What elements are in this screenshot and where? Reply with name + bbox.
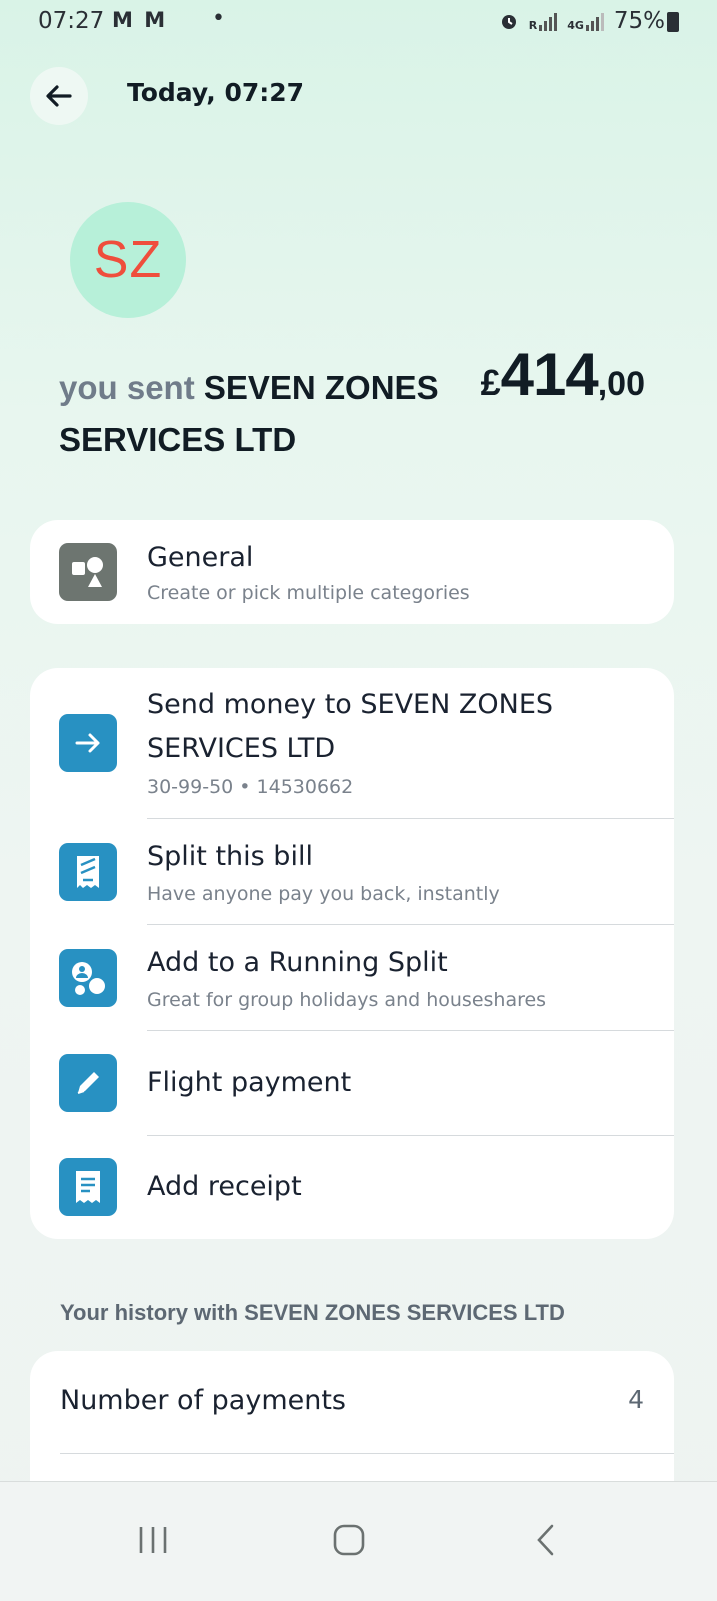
system-nav-bar (0, 1481, 717, 1601)
home-icon (333, 1524, 365, 1556)
transaction-summary: you sent SEVEN ZONES SERVICES LTD (59, 362, 479, 466)
send-money-row[interactable]: Send money to SEVEN ZONES SERVICES LTD 3… (30, 668, 674, 819)
back-button[interactable] (30, 67, 88, 125)
status-time: 07:27 (38, 8, 105, 34)
avatar-initials: SZ (93, 231, 163, 289)
divider (60, 1453, 674, 1454)
receipt-icon (59, 1158, 117, 1216)
history-label: Number of payments (60, 1385, 346, 1416)
history-row[interactable]: Number of payments 4 (60, 1373, 644, 1431)
send-money-title: Send money to SEVEN ZONES SERVICES LTD (147, 689, 554, 764)
running-split-title: Add to a Running Split (147, 947, 448, 978)
history-heading: Your history with SEVEN ZONES SERVICES L… (60, 1300, 565, 1325)
network-type: 4G (567, 11, 604, 31)
transaction-amount: £414,00 (481, 340, 645, 409)
category-subtitle: Create or pick multiple categories (147, 582, 470, 604)
battery-percent: 75% (613, 8, 665, 34)
network-label: 4G (567, 19, 584, 32)
page-title: Today, 07:27 (127, 78, 305, 107)
running-split-subtitle: Great for group holidays and houseshares (147, 989, 547, 1011)
battery-icon (667, 12, 679, 32)
status-right: R 4G 75% (499, 8, 665, 34)
flight-payment-title: Flight payment (147, 1067, 352, 1098)
shapes-icon (59, 543, 117, 601)
add-receipt-row[interactable]: Add receipt (30, 1136, 674, 1239)
back-chevron-icon (537, 1524, 554, 1556)
pencil-icon (59, 1054, 117, 1112)
running-split-icon (59, 949, 117, 1007)
running-split-row[interactable]: Add to a Running Split Great for group h… (30, 925, 674, 1031)
split-bill-subtitle: Have anyone pay you back, instantly (147, 883, 500, 905)
roaming-indicator: R (528, 19, 538, 32)
amount-major: 414 (500, 341, 599, 408)
status-bar: 07:27 M M • R 4G 75% (0, 0, 717, 44)
split-bill-icon (59, 843, 117, 901)
recents-button[interactable] (123, 1510, 183, 1570)
category-card[interactable]: General Create or pick multiple categori… (30, 520, 674, 624)
arrow-left-icon (46, 85, 72, 107)
sent-prefix: you sent (59, 369, 204, 406)
amount-currency: £ (480, 362, 501, 403)
arrow-right-icon (59, 714, 117, 772)
history-value: 4 (628, 1385, 644, 1414)
recents-icon (139, 1527, 167, 1553)
amount-minor: ,00 (597, 365, 645, 403)
flight-payment-row[interactable]: Flight payment (30, 1031, 674, 1136)
send-money-account: 30-99-50 • 14530662 (147, 776, 354, 798)
notification-dot: • (212, 6, 225, 31)
payee-avatar: SZ (70, 202, 186, 318)
split-bill-title: Split this bill (147, 841, 313, 872)
signal-icon: R (528, 11, 558, 32)
notification-icons: M M (112, 8, 168, 32)
add-receipt-title: Add receipt (147, 1171, 302, 1202)
history-card: Number of payments 4 (30, 1351, 674, 1491)
category-row[interactable]: General Create or pick multiple categori… (30, 520, 674, 624)
split-bill-row[interactable]: Split this bill Have anyone pay you back… (30, 819, 674, 925)
nav-back-button[interactable] (516, 1510, 576, 1570)
alarm-icon (501, 15, 516, 29)
home-button[interactable] (319, 1510, 379, 1570)
category-title: General (147, 542, 254, 573)
actions-card: Send money to SEVEN ZONES SERVICES LTD 3… (30, 668, 674, 1239)
